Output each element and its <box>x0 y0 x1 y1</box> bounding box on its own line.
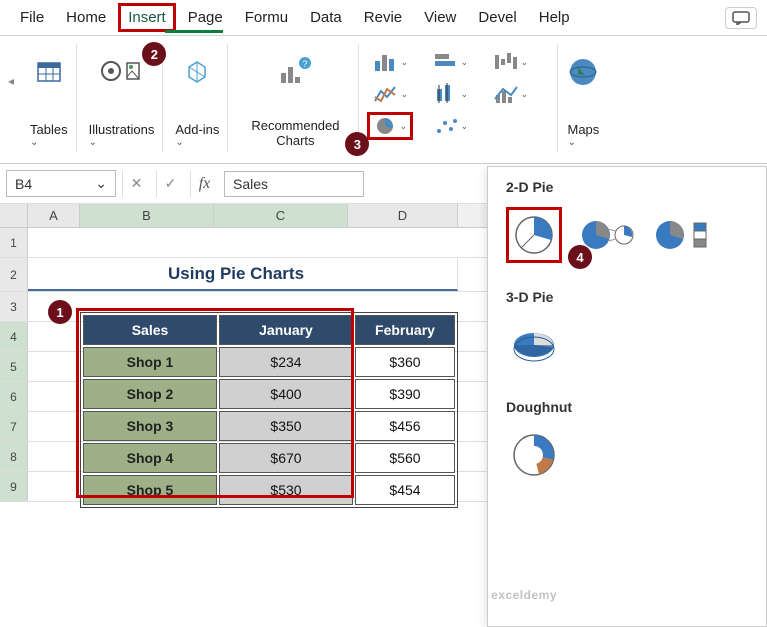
row-header[interactable]: 2 <box>0 258 28 291</box>
cell-shop[interactable]: Shop 4 <box>83 443 217 473</box>
table-header-february: February <box>355 315 455 345</box>
chart-combo-button[interactable]: ⌄ <box>487 80 533 108</box>
tables-label: Tables <box>30 122 68 137</box>
table-header-january: January <box>219 315 353 345</box>
tab-insert[interactable]: Insert <box>118 3 176 32</box>
select-all-corner[interactable] <box>0 204 28 227</box>
cell-shop[interactable]: Shop 2 <box>83 379 217 409</box>
table-header-sales: Sales <box>83 315 217 345</box>
row-header[interactable]: 7 <box>0 412 28 441</box>
chart-pie-button[interactable]: ⌄ <box>367 112 413 140</box>
chart-stat-button[interactable]: ⌄ <box>427 80 473 108</box>
data-table: Sales January February Shop 1$234$360 Sh… <box>80 312 458 508</box>
row-header[interactable]: 4 <box>0 322 28 351</box>
tab-formulas[interactable]: Formu <box>235 3 298 32</box>
pie-3d-option[interactable] <box>506 317 562 373</box>
maps-icon <box>566 48 600 96</box>
chart-scatter-button[interactable]: ⌄ <box>427 112 473 140</box>
tab-view[interactable]: View <box>414 3 466 32</box>
chevron-down-icon: ⌄ <box>95 175 107 192</box>
cell-jan[interactable]: $670 <box>219 443 353 473</box>
chart-column-button[interactable]: ⌄ <box>367 48 413 76</box>
step-badge-3: 3 <box>345 132 369 156</box>
illustrations-icon <box>99 48 143 96</box>
cell-feb[interactable]: $456 <box>355 411 455 441</box>
tab-review[interactable]: Revie <box>354 3 412 32</box>
tab-file[interactable]: File <box>10 3 54 32</box>
step-badge-4: 4 <box>568 245 592 269</box>
row-header[interactable]: 1 <box>0 228 28 257</box>
row-header[interactable]: 5 <box>0 352 28 381</box>
step-badge-1: 1 <box>48 300 72 324</box>
row-header[interactable]: 6 <box>0 382 28 411</box>
name-box-value: B4 <box>15 176 32 192</box>
tab-active-underline <box>165 30 223 33</box>
chart-waterfall-button[interactable]: ⌄ <box>487 48 533 76</box>
tab-home[interactable]: Home <box>56 3 116 32</box>
cell-jan[interactable]: $350 <box>219 411 353 441</box>
doughnut-option[interactable] <box>506 427 562 483</box>
fx-icon[interactable]: fx <box>190 171 218 197</box>
tab-page[interactable]: Page <box>178 3 233 32</box>
row-header[interactable]: 9 <box>0 472 28 501</box>
sheet-title: Using Pie Charts <box>28 258 458 291</box>
col-header-b[interactable]: B <box>80 204 214 227</box>
chevron-down-icon: ⌄ <box>568 137 600 148</box>
recommended-charts-icon: ? <box>275 48 315 96</box>
ribbon-group-addins[interactable]: Add-ins⌄ <box>167 44 228 152</box>
ribbon-group-maps[interactable]: Maps⌄ <box>557 44 608 152</box>
col-header-a[interactable]: A <box>28 204 80 227</box>
accept-formula-icon[interactable]: ✓ <box>156 171 184 197</box>
cell-jan[interactable]: $530 <box>219 475 353 505</box>
cell-jan[interactable]: $400 <box>219 379 353 409</box>
addins-icon <box>182 48 212 96</box>
chevron-down-icon: ⌄ <box>89 137 155 148</box>
tab-developer[interactable]: Devel <box>468 3 526 32</box>
tables-icon <box>34 48 64 96</box>
cell-feb[interactable]: $454 <box>355 475 455 505</box>
row-header[interactable]: 3 <box>0 292 28 321</box>
ribbon-scroll-left[interactable]: ◂ <box>4 44 18 88</box>
ribbon-group-charts: ⌄ ⌄ ⌄ ⌄ ⌄ ⌄ ⌄ ⌄ 3 <box>363 44 553 152</box>
ribbon-tabs: File Home Insert Page Formu Data Revie V… <box>0 0 767 36</box>
svg-text:?: ? <box>303 59 308 69</box>
comments-button[interactable] <box>725 7 757 29</box>
chart-line-button[interactable]: ⌄ <box>367 80 413 108</box>
formula-input[interactable]: Sales <box>224 171 364 197</box>
ribbon-group-recommended-charts[interactable]: ? Recommended Charts <box>232 44 359 152</box>
bar-of-pie-option[interactable] <box>654 207 710 263</box>
ribbon: ◂ Tables⌄ Illustrations⌄ 2 Add-ins⌄ ? Re… <box>0 36 767 164</box>
name-box[interactable]: B4 ⌄ <box>6 170 116 197</box>
col-header-d[interactable]: D <box>348 204 458 227</box>
tab-help[interactable]: Help <box>529 3 580 32</box>
pie-2d-option[interactable] <box>506 207 562 263</box>
row-header[interactable]: 8 <box>0 442 28 471</box>
section-3d-pie: 3-D Pie <box>506 289 748 305</box>
pie-chart-dropdown: 2-D Pie 4 3-D Pie Doughnut <box>487 166 767 627</box>
cell-shop[interactable]: Shop 3 <box>83 411 217 441</box>
cell-feb[interactable]: $390 <box>355 379 455 409</box>
cell-shop[interactable]: Shop 1 <box>83 347 217 377</box>
cancel-formula-icon[interactable]: ✕ <box>122 171 150 197</box>
recommended-label: Recommended Charts <box>240 118 350 148</box>
cell-feb[interactable]: $360 <box>355 347 455 377</box>
watermark: exceldemy <box>491 588 557 602</box>
addins-label: Add-ins <box>175 122 219 137</box>
chart-bar-button[interactable]: ⌄ <box>427 48 473 76</box>
ribbon-group-illustrations[interactable]: Illustrations⌄ 2 <box>81 44 164 152</box>
maps-label: Maps <box>568 122 600 137</box>
cell-jan[interactable]: $234 <box>219 347 353 377</box>
section-2d-pie: 2-D Pie <box>506 179 748 195</box>
tab-data[interactable]: Data <box>300 3 352 32</box>
step-badge-2: 2 <box>142 42 166 66</box>
col-header-c[interactable]: C <box>214 204 348 227</box>
ribbon-group-tables[interactable]: Tables⌄ <box>22 44 77 152</box>
cell-feb[interactable]: $560 <box>355 443 455 473</box>
illustrations-label: Illustrations <box>89 122 155 137</box>
cell-shop[interactable]: Shop 5 <box>83 475 217 505</box>
section-doughnut: Doughnut <box>506 399 748 415</box>
chevron-down-icon: ⌄ <box>175 137 219 148</box>
chevron-down-icon: ⌄ <box>30 137 68 148</box>
